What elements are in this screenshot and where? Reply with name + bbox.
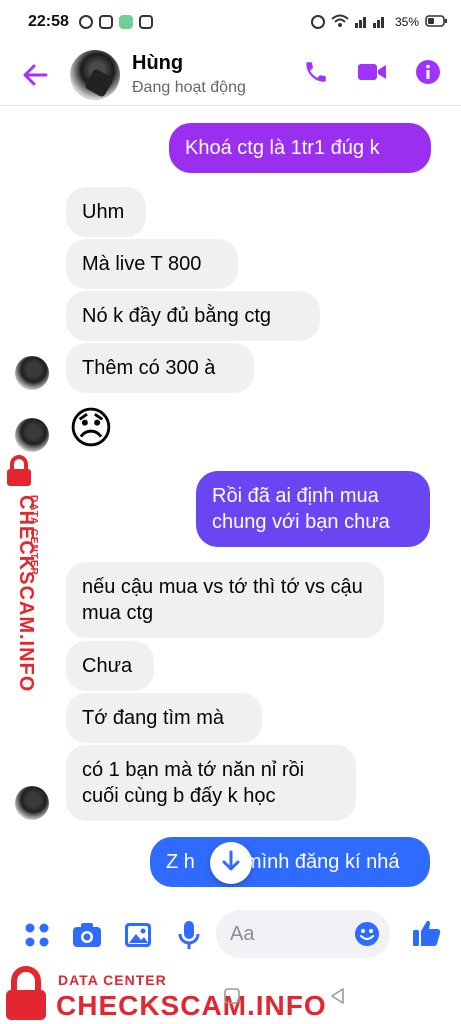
back-nav-icon[interactable]	[330, 988, 346, 1009]
conversation-header: Hùng Đang hoạt động	[0, 44, 461, 106]
like-icon[interactable]	[412, 918, 442, 953]
message-input[interactable]	[230, 922, 350, 946]
signal-icon	[354, 14, 389, 31]
message-incoming[interactable]: Uhm	[66, 187, 146, 237]
message-incoming[interactable]: nếu cậu mua vs tớ thì tớ vs cậu mua ctg	[66, 562, 384, 638]
avatar[interactable]	[15, 356, 49, 390]
message-incoming[interactable]: Tớ đang tìm mà	[66, 693, 262, 743]
arrow-down-icon	[221, 850, 241, 877]
alarm-icon	[310, 15, 325, 29]
message-incoming[interactable]: có 1 bạn mà tớ năn nỉ rồi cuối cùng b đấ…	[66, 745, 356, 821]
avatar[interactable]	[15, 418, 49, 452]
scroll-down-button[interactable]	[210, 842, 252, 884]
message-incoming[interactable]: Mà live T 800	[66, 239, 238, 289]
watermark-bottom: DATA CENTER CHECKSCAM.INFO	[0, 966, 461, 1024]
message-incoming[interactable]: Thêm có 300 à	[66, 343, 254, 393]
notification-icons	[78, 15, 153, 29]
image-icon[interactable]	[124, 922, 152, 953]
avatar[interactable]	[15, 786, 49, 820]
menu-dots-icon[interactable]	[24, 922, 50, 953]
info-icon[interactable]	[415, 59, 441, 90]
avatar[interactable]	[70, 49, 120, 100]
message-incoming[interactable]: Nó k đầy đủ bằng ctg	[66, 291, 320, 341]
emoji-icon[interactable]	[354, 921, 380, 952]
message-input-box[interactable]	[216, 910, 390, 958]
message-incoming[interactable]: Chưa	[66, 641, 154, 691]
watermark-label: DATA CENTER	[58, 972, 167, 988]
message-list[interactable]: Khoá ctg là 1tr1 đúg k Uhm Mà live T 800…	[0, 107, 461, 897]
watermark-site: CHECKSCAM.INFO	[56, 990, 327, 1021]
contact-status: Đang hoạt động	[132, 79, 246, 96]
person-add-icon	[98, 15, 113, 29]
back-arrow-icon[interactable]	[22, 64, 52, 86]
watermark-label: DATA CENTER	[28, 495, 39, 576]
header-actions	[303, 59, 441, 90]
watermark-side: CHECKSCAM.INFO DATA CENTER	[2, 455, 46, 692]
status-bar: 22:58 35%	[0, 0, 461, 44]
home-nav-icon[interactable]	[224, 988, 240, 1009]
camera-icon[interactable]	[72, 922, 102, 953]
video-icon[interactable]	[357, 61, 387, 88]
contact-name: Hùng	[132, 52, 184, 74]
message-outgoing[interactable]: Z h mình đăng kí nhá	[150, 837, 430, 887]
battery-percent: 35%	[394, 15, 419, 29]
mic-icon[interactable]	[178, 920, 200, 955]
app-icon	[118, 15, 133, 29]
lock-icon	[4, 966, 48, 1022]
messenger-icon	[78, 15, 93, 29]
contact-info[interactable]: Hùng Đang hoạt động	[132, 52, 246, 97]
emoji-message[interactable]: 😞	[68, 407, 114, 451]
phone-icon[interactable]	[303, 59, 329, 90]
message-outgoing[interactable]: Rồi đã ai định mua chung với bạn chưa	[196, 471, 430, 547]
battery-icon	[425, 14, 447, 30]
wifi-icon	[331, 14, 349, 31]
composer	[0, 906, 461, 966]
instagram-icon	[138, 15, 153, 29]
status-right: 35%	[310, 14, 447, 31]
lock-icon	[6, 455, 32, 487]
message-outgoing[interactable]: Khoá ctg là 1tr1 đúg k	[169, 123, 431, 173]
status-time: 22:58	[28, 13, 69, 30]
